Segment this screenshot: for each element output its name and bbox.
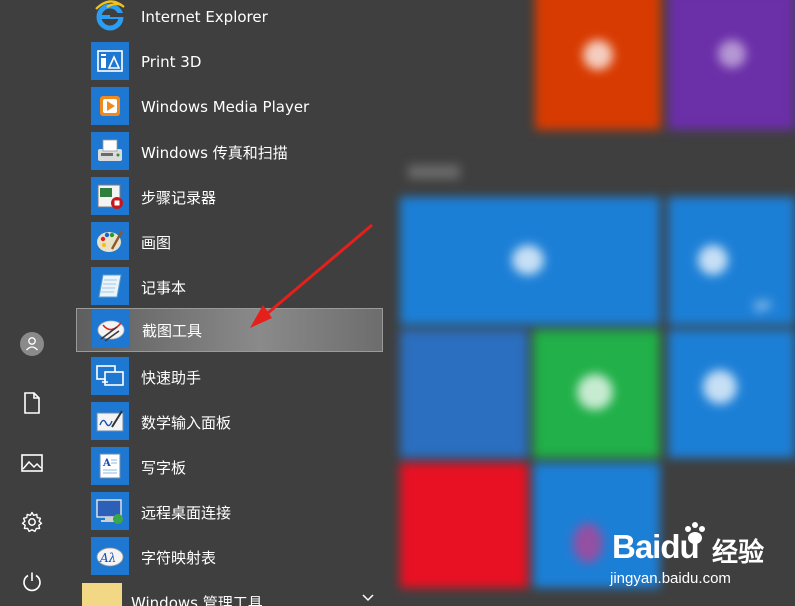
print-3d-icon xyxy=(91,42,129,80)
tile-blue-right[interactable]: ge xyxy=(668,197,795,325)
paw-icon xyxy=(685,522,705,544)
quick-assist-icon xyxy=(91,357,129,395)
app-list: Internet Explorer Print 3D Windows Media… xyxy=(76,0,384,606)
app-label: 步骤记录器 xyxy=(141,188,217,207)
app-label: 远程桌面连接 xyxy=(141,503,232,522)
app-label: Windows Media Player xyxy=(141,98,310,116)
app-label: 记事本 xyxy=(141,278,187,297)
tile-green[interactable] xyxy=(533,330,660,458)
documents-button[interactable] xyxy=(12,383,52,423)
app-item-windows-media-player[interactable]: Windows Media Player xyxy=(76,85,383,129)
app-item-notepad[interactable]: 记事本 xyxy=(76,265,383,309)
chevron-down-icon xyxy=(362,594,374,602)
character-map-icon: Aλ xyxy=(91,537,129,575)
internet-explorer-icon xyxy=(91,0,129,35)
watermark-jingyan-label: 经验 xyxy=(712,538,765,568)
power-button[interactable] xyxy=(12,562,52,602)
app-item-snipping-tool[interactable]: 截图工具 xyxy=(76,308,383,352)
settings-icon xyxy=(21,511,43,533)
pictures-button[interactable] xyxy=(12,443,52,483)
document-icon xyxy=(24,392,40,414)
app-label: 截图工具 xyxy=(142,321,203,340)
fax-scan-icon xyxy=(91,132,129,170)
app-label: Windows 传真和扫描 xyxy=(141,143,288,162)
app-item-math-input[interactable]: 数学输入面板 xyxy=(76,400,383,444)
tile-group-label xyxy=(408,165,460,179)
tiles-area: ge xyxy=(390,0,795,606)
watermark-url: jingyan.baidu.com xyxy=(610,570,731,587)
media-player-icon xyxy=(91,87,129,125)
tile-blue-small[interactable] xyxy=(400,330,528,458)
user-account-button[interactable] xyxy=(12,324,52,364)
app-label: Print 3D xyxy=(141,53,202,71)
notepad-icon xyxy=(91,267,129,305)
power-icon xyxy=(23,572,41,592)
pictures-icon xyxy=(21,454,43,472)
app-item-quick-assist[interactable]: 快速助手 xyxy=(76,355,383,399)
math-input-icon xyxy=(91,402,129,440)
user-icon xyxy=(20,332,44,356)
baidu-jingyan-watermark: Baidu 经验 jingyan.baidu.com xyxy=(600,520,790,600)
app-item-character-map[interactable]: Aλ 字符映射表 xyxy=(76,535,383,579)
app-group-label: Windows 管理工具 xyxy=(131,593,263,606)
app-item-remote-desktop[interactable]: 远程桌面连接 xyxy=(76,490,383,534)
tile-blue-right-2[interactable] xyxy=(668,330,795,458)
start-left-rail xyxy=(0,0,64,606)
app-label: 写字板 xyxy=(141,458,187,477)
tile-orange[interactable] xyxy=(535,0,661,130)
app-label: Internet Explorer xyxy=(141,8,268,26)
tile-blue-wide[interactable] xyxy=(400,197,660,325)
remote-desktop-icon xyxy=(91,492,129,530)
svg-text:Aλ: Aλ xyxy=(99,551,116,565)
app-item-fax-scan[interactable]: Windows 传真和扫描 xyxy=(76,130,383,174)
app-label: 快速助手 xyxy=(141,368,202,387)
app-label: 字符映射表 xyxy=(141,548,217,567)
paint-icon xyxy=(91,222,129,260)
wordpad-icon: A xyxy=(91,447,129,485)
steps-recorder-icon xyxy=(91,177,129,215)
app-item-internet-explorer[interactable]: Internet Explorer xyxy=(76,0,383,39)
tile-edge-partial-label: ge xyxy=(754,297,772,313)
folder-icon xyxy=(82,583,122,606)
app-item-steps-recorder[interactable]: 步骤记录器 xyxy=(76,175,383,219)
app-label: 画图 xyxy=(141,233,172,252)
settings-button[interactable] xyxy=(12,502,52,542)
app-group-windows-admin-tools[interactable]: Windows 管理工具 xyxy=(76,580,383,606)
snipping-tool-icon xyxy=(92,310,130,348)
svg-text:A: A xyxy=(102,458,111,469)
tile-red[interactable] xyxy=(400,463,528,588)
tile-purple[interactable] xyxy=(668,0,795,130)
app-label: 数学输入面板 xyxy=(141,413,232,432)
app-item-print-3d[interactable]: Print 3D xyxy=(76,40,383,84)
app-item-paint[interactable]: 画图 xyxy=(76,220,383,264)
app-item-wordpad[interactable]: A 写字板 xyxy=(76,445,383,489)
